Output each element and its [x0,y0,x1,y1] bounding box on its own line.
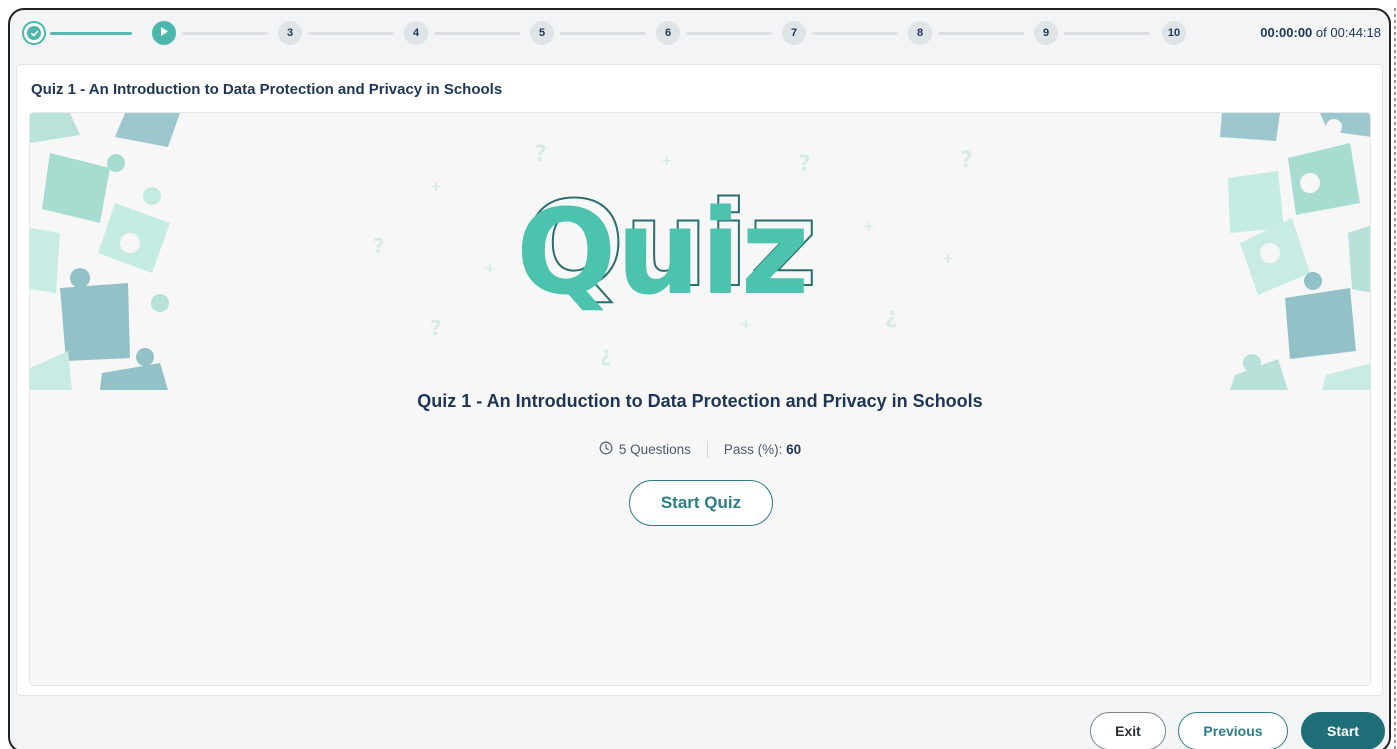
svg-text:¿: ¿ [600,342,612,366]
clock-icon [599,441,613,458]
step-10[interactable]: 10 [1162,21,1186,45]
pass-threshold: Pass (%): 60 [708,442,801,457]
quiz-panel: Quiz 1 - An Introduction to Data Protect… [16,64,1383,696]
quiz-intro-card: ? ? ? ? ? ¿ ¿ + + + + + + Quiz Quiz Quiz… [29,112,1371,686]
start-quiz-button[interactable]: Start Quiz [629,480,773,526]
step-1-completed[interactable] [22,21,46,45]
timer-total: 00:44:18 [1330,25,1381,40]
step-7[interactable]: 7 [782,21,806,45]
step-6[interactable]: 6 [656,21,680,45]
svg-text:?: ? [798,152,811,177]
app-frame: 3 4 5 6 7 8 9 10 00:00:00 of 00:44:18 Qu… [8,8,1391,749]
svg-text:?: ? [534,142,547,167]
step-connector [560,32,646,35]
svg-text:+: + [430,179,442,195]
svg-text:?: ? [430,316,442,340]
step-2-current[interactable] [152,21,176,45]
svg-text:¿: ¿ [885,304,898,329]
start-button[interactable]: Start [1301,712,1385,749]
play-icon [159,26,169,40]
svg-text:+: + [863,219,875,235]
pass-label: Pass (%): [723,442,783,457]
quiz-wordmark: Quiz Quiz [516,174,818,321]
step-connector [938,32,1024,35]
step-connector [1064,32,1150,35]
svg-text:?: ? [960,148,973,173]
timer-elapsed: 00:00:00 [1260,25,1313,40]
exit-button[interactable]: Exit [1090,712,1166,749]
svg-text:+: + [661,153,673,169]
step-4[interactable]: 4 [404,21,428,45]
step-5[interactable]: 5 [530,21,554,45]
step-3[interactable]: 3 [278,21,302,45]
question-count: 5 Questions [599,441,708,458]
puzzle-pieces-right-decoration [1220,113,1370,390]
page-edge-divider [1394,8,1396,749]
step-connector [50,32,132,35]
quiz-wordmark-text: Quiz [516,183,809,321]
check-icon [27,26,41,40]
page-title: Quiz 1 - An Introduction to Data Protect… [31,81,503,98]
svg-text:+: + [942,251,954,267]
puzzle-pieces-left-decoration [30,113,180,390]
previous-button[interactable]: Previous [1178,712,1288,749]
question-count-label: 5 Questions [618,442,691,457]
quiz-meta: 5 Questions Pass (%): 60 [30,441,1370,458]
quiz-timer: 00:00:00 of 00:44:18 [1260,25,1381,40]
timer-separator: of [1315,25,1327,40]
progress-stepper: 3 4 5 6 7 8 9 10 [20,20,1186,46]
svg-text:+: + [484,261,496,277]
step-connector [182,32,268,35]
quiz-banner-illustration: ? ? ? ? ? ¿ ¿ + + + + + + Quiz Quiz [30,113,1370,390]
step-connector [308,32,394,35]
step-connector [434,32,520,35]
quiz-heading: Quiz 1 - An Introduction to Data Protect… [417,391,983,411]
svg-text:?: ? [373,234,385,258]
pass-value: 60 [786,442,802,457]
step-connector [686,32,772,35]
step-connector [812,32,898,35]
step-8[interactable]: 8 [908,21,932,45]
step-9[interactable]: 9 [1034,21,1058,45]
